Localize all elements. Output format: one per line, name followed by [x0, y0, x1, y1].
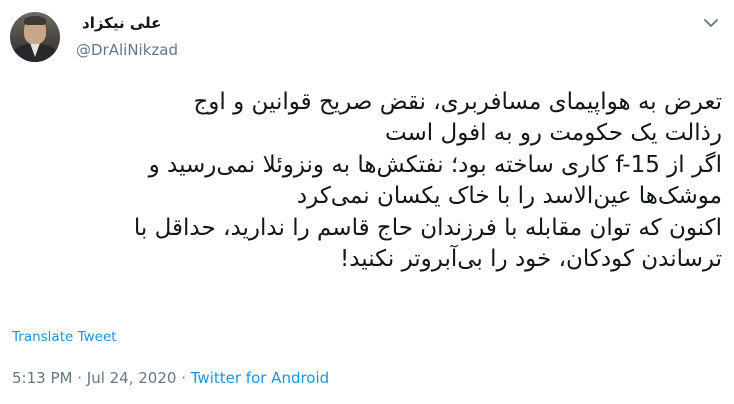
tweet-text-line: اکنون که توان مقابله با فرزندان حاج قاسم…	[133, 214, 722, 241]
tweet-text-line: موشک‌ها عین‌الاسد را با خاک یکسان نمی‌کر…	[296, 183, 722, 210]
tweet-text-line: رذالت یک حکومت رو به افول است	[384, 120, 722, 147]
tweet-card: علی نیکزاد @DrAliNikzad تعرض به هواپیمای…	[0, 0, 734, 404]
meta-separator: ·	[72, 369, 87, 387]
author-handle[interactable]: @DrAliNikzad	[76, 41, 178, 59]
tweet-text-line: ترساندن کودکان، خود را بی‌آبروتر نکنید!	[339, 246, 722, 273]
translate-tweet-link[interactable]: Translate Tweet	[12, 329, 117, 345]
author-name[interactable]: علی نیکزاد	[82, 14, 161, 32]
tweet-metadata: 5:13 PM · Jul 24, 2020 · Twitter for And…	[12, 369, 329, 387]
tweet-text: تعرض به هواپیمای مسافربری، نقض صریح قوان…	[10, 87, 722, 275]
tweet-text-line: اگر از f-15 کاری ساخته بود؛ نفتکش‌ها به …	[148, 151, 722, 178]
meta-separator: ·	[176, 369, 191, 387]
tweet-time[interactable]: 5:13 PM	[12, 369, 72, 387]
tweet-source-link[interactable]: Twitter for Android	[191, 369, 329, 387]
tweet-text-line: تعرض به هواپیمای مسافربری، نقض صریح قوان…	[193, 89, 722, 115]
avatar-hair	[24, 16, 46, 25]
avatar[interactable]	[10, 12, 60, 62]
chevron-down-icon[interactable]	[702, 16, 720, 30]
tweet-date[interactable]: Jul 24, 2020	[87, 369, 177, 387]
